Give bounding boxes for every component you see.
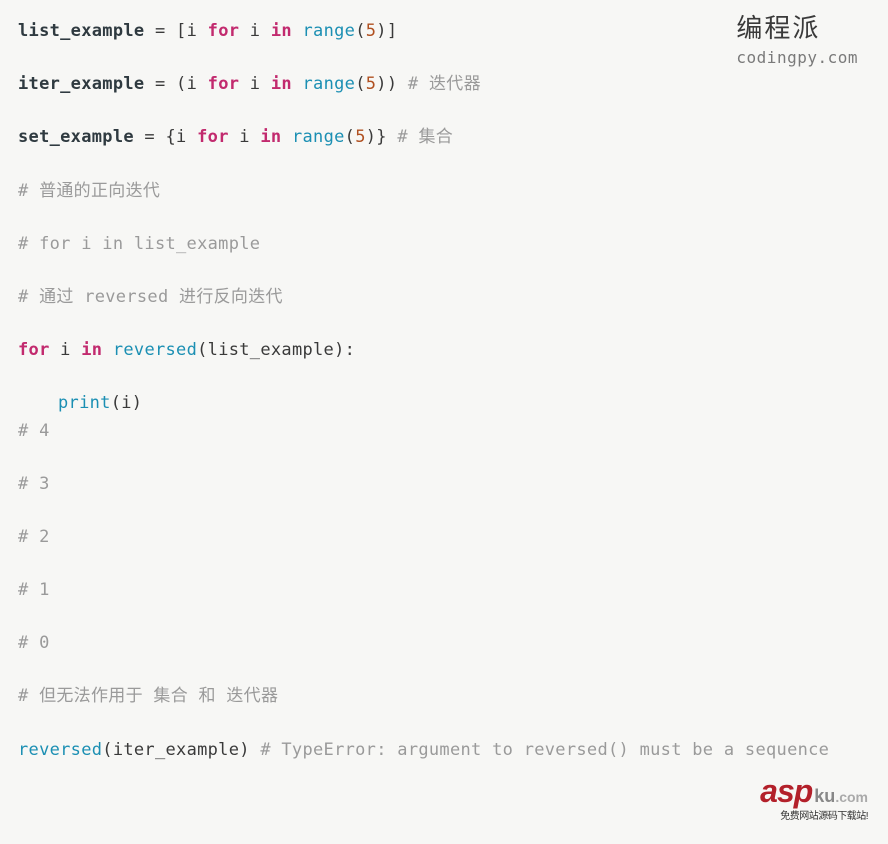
keyword-in: in bbox=[260, 127, 281, 147]
keyword-in: in bbox=[271, 21, 292, 41]
fn-reversed: reversed bbox=[113, 340, 197, 360]
watermark-asp: asp bbox=[760, 773, 812, 809]
code-line-9: # 4 bbox=[18, 418, 870, 445]
code-line-11: # 2 bbox=[18, 524, 870, 551]
fn-reversed: reversed bbox=[18, 740, 102, 760]
var-list-example: list_example bbox=[18, 21, 144, 41]
output-1: # 1 bbox=[18, 580, 50, 600]
code-block: list_example = [i for i in range(5)] ite… bbox=[18, 18, 870, 764]
number-5: 5 bbox=[366, 21, 377, 41]
code-line-8: print(i) bbox=[18, 390, 870, 417]
comment-typeerror: # TypeError: argument to reversed() must… bbox=[250, 740, 829, 760]
watermark-com: .com bbox=[835, 789, 868, 805]
keyword-in: in bbox=[271, 74, 292, 94]
watermark-brand-cn: 编程派 bbox=[736, 8, 858, 45]
fn-range: range bbox=[292, 127, 345, 147]
watermark-aspku: aspku.com 免费网站源码下载站! bbox=[760, 773, 868, 822]
comment-reversed: # 通过 reversed 进行反向迭代 bbox=[18, 287, 283, 307]
fn-range: range bbox=[303, 74, 356, 94]
code-line-14: # 但无法作用于 集合 和 迭代器 bbox=[18, 683, 870, 710]
code-line-13: # 0 bbox=[18, 630, 870, 657]
output-4: # 4 bbox=[18, 421, 50, 441]
comment-not-apply: # 但无法作用于 集合 和 迭代器 bbox=[18, 686, 278, 706]
comment-iterator: # 迭代器 bbox=[397, 74, 481, 94]
watermark-codingpy: 编程派 codingpy.com bbox=[736, 8, 858, 67]
comment-forward-iter: # 普通的正向迭代 bbox=[18, 181, 160, 201]
code-line-12: # 1 bbox=[18, 577, 870, 604]
number-5: 5 bbox=[355, 127, 366, 147]
code-line-10: # 3 bbox=[18, 471, 870, 498]
watermark-ku: ku bbox=[814, 786, 835, 806]
keyword-for: for bbox=[18, 340, 50, 360]
code-line-2: iter_example = (i for i in range(5)) # 迭… bbox=[18, 71, 870, 98]
fn-range: range bbox=[303, 21, 356, 41]
keyword-for: for bbox=[208, 74, 240, 94]
comment-for-i: # for i in list_example bbox=[18, 234, 260, 254]
keyword-in: in bbox=[81, 340, 102, 360]
code-line-6: # 通过 reversed 进行反向迭代 bbox=[18, 284, 870, 311]
keyword-for: for bbox=[208, 21, 240, 41]
code-line-15: reversed(iter_example) # TypeError: argu… bbox=[18, 737, 870, 764]
code-line-4: # 普通的正向迭代 bbox=[18, 178, 870, 205]
output-2: # 2 bbox=[18, 527, 50, 547]
output-0: # 0 bbox=[18, 633, 50, 653]
code-line-3: set_example = {i for i in range(5)} # 集合 bbox=[18, 124, 870, 151]
output-3: # 3 bbox=[18, 474, 50, 494]
fn-print: print bbox=[58, 393, 111, 413]
code-line-5: # for i in list_example bbox=[18, 231, 870, 258]
var-iter-example: iter_example bbox=[18, 74, 144, 94]
number-5: 5 bbox=[366, 74, 377, 94]
keyword-for: for bbox=[197, 127, 229, 147]
var-set-example: set_example bbox=[18, 127, 134, 147]
watermark-brand-en: codingpy.com bbox=[736, 48, 858, 67]
comment-set: # 集合 bbox=[387, 127, 453, 147]
code-line-7: for i in reversed(list_example): bbox=[18, 337, 870, 364]
